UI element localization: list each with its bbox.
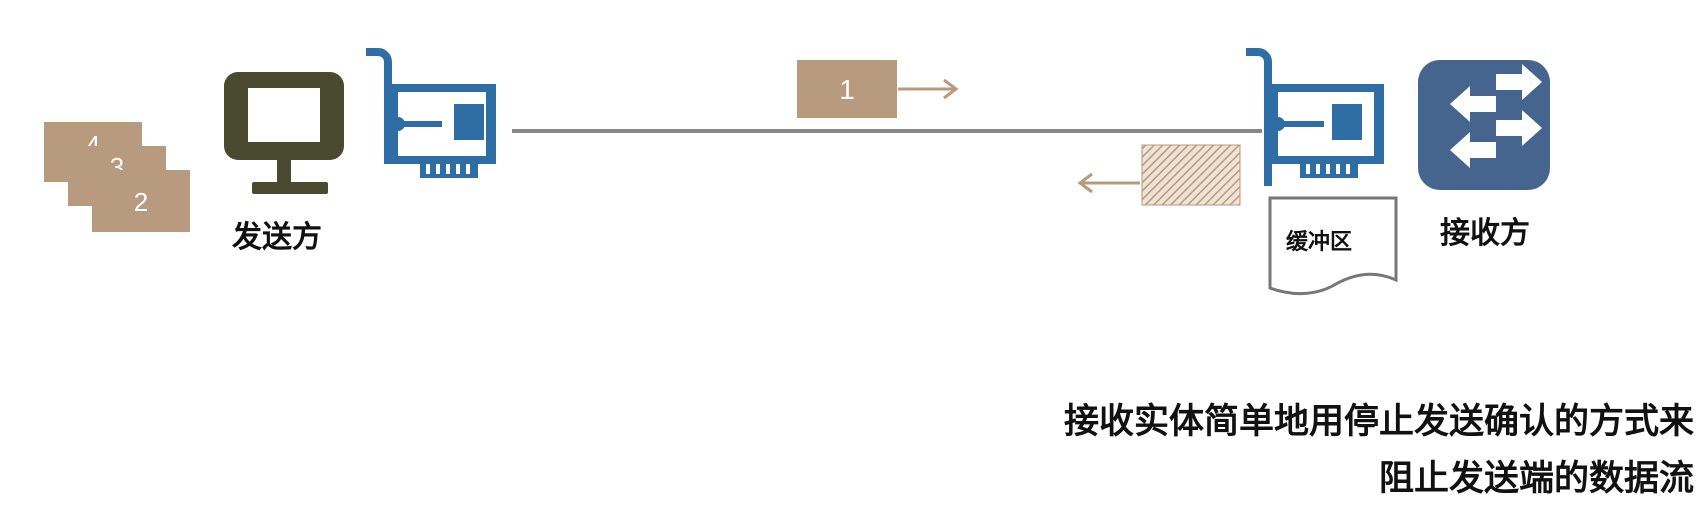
packet-in-flight: 1 xyxy=(797,60,897,118)
arrow-right-icon xyxy=(898,78,959,100)
caption-line-2: 阻止发送端的数据流 xyxy=(1378,459,1694,499)
arrow-left-icon xyxy=(1077,172,1140,194)
receiver-label: 接收方 xyxy=(1440,216,1530,251)
packet-2: 2 xyxy=(92,170,190,232)
svg-text:1: 1 xyxy=(839,74,855,105)
caption-line-1: 接收实体简单地用停止发送确认的方式来 xyxy=(1063,402,1694,442)
buffer-label: 缓冲区 xyxy=(1286,230,1353,255)
receiver-network-card-icon xyxy=(1246,48,1384,186)
sender-label: 发送方 xyxy=(232,220,322,255)
switch-icon xyxy=(1418,60,1550,190)
sender-network-card-icon xyxy=(366,48,496,178)
svg-text:2: 2 xyxy=(134,187,148,217)
monitor-icon xyxy=(224,72,344,194)
queued-packets: 4 3 2 xyxy=(44,122,190,232)
stop-signal xyxy=(1141,144,1241,206)
